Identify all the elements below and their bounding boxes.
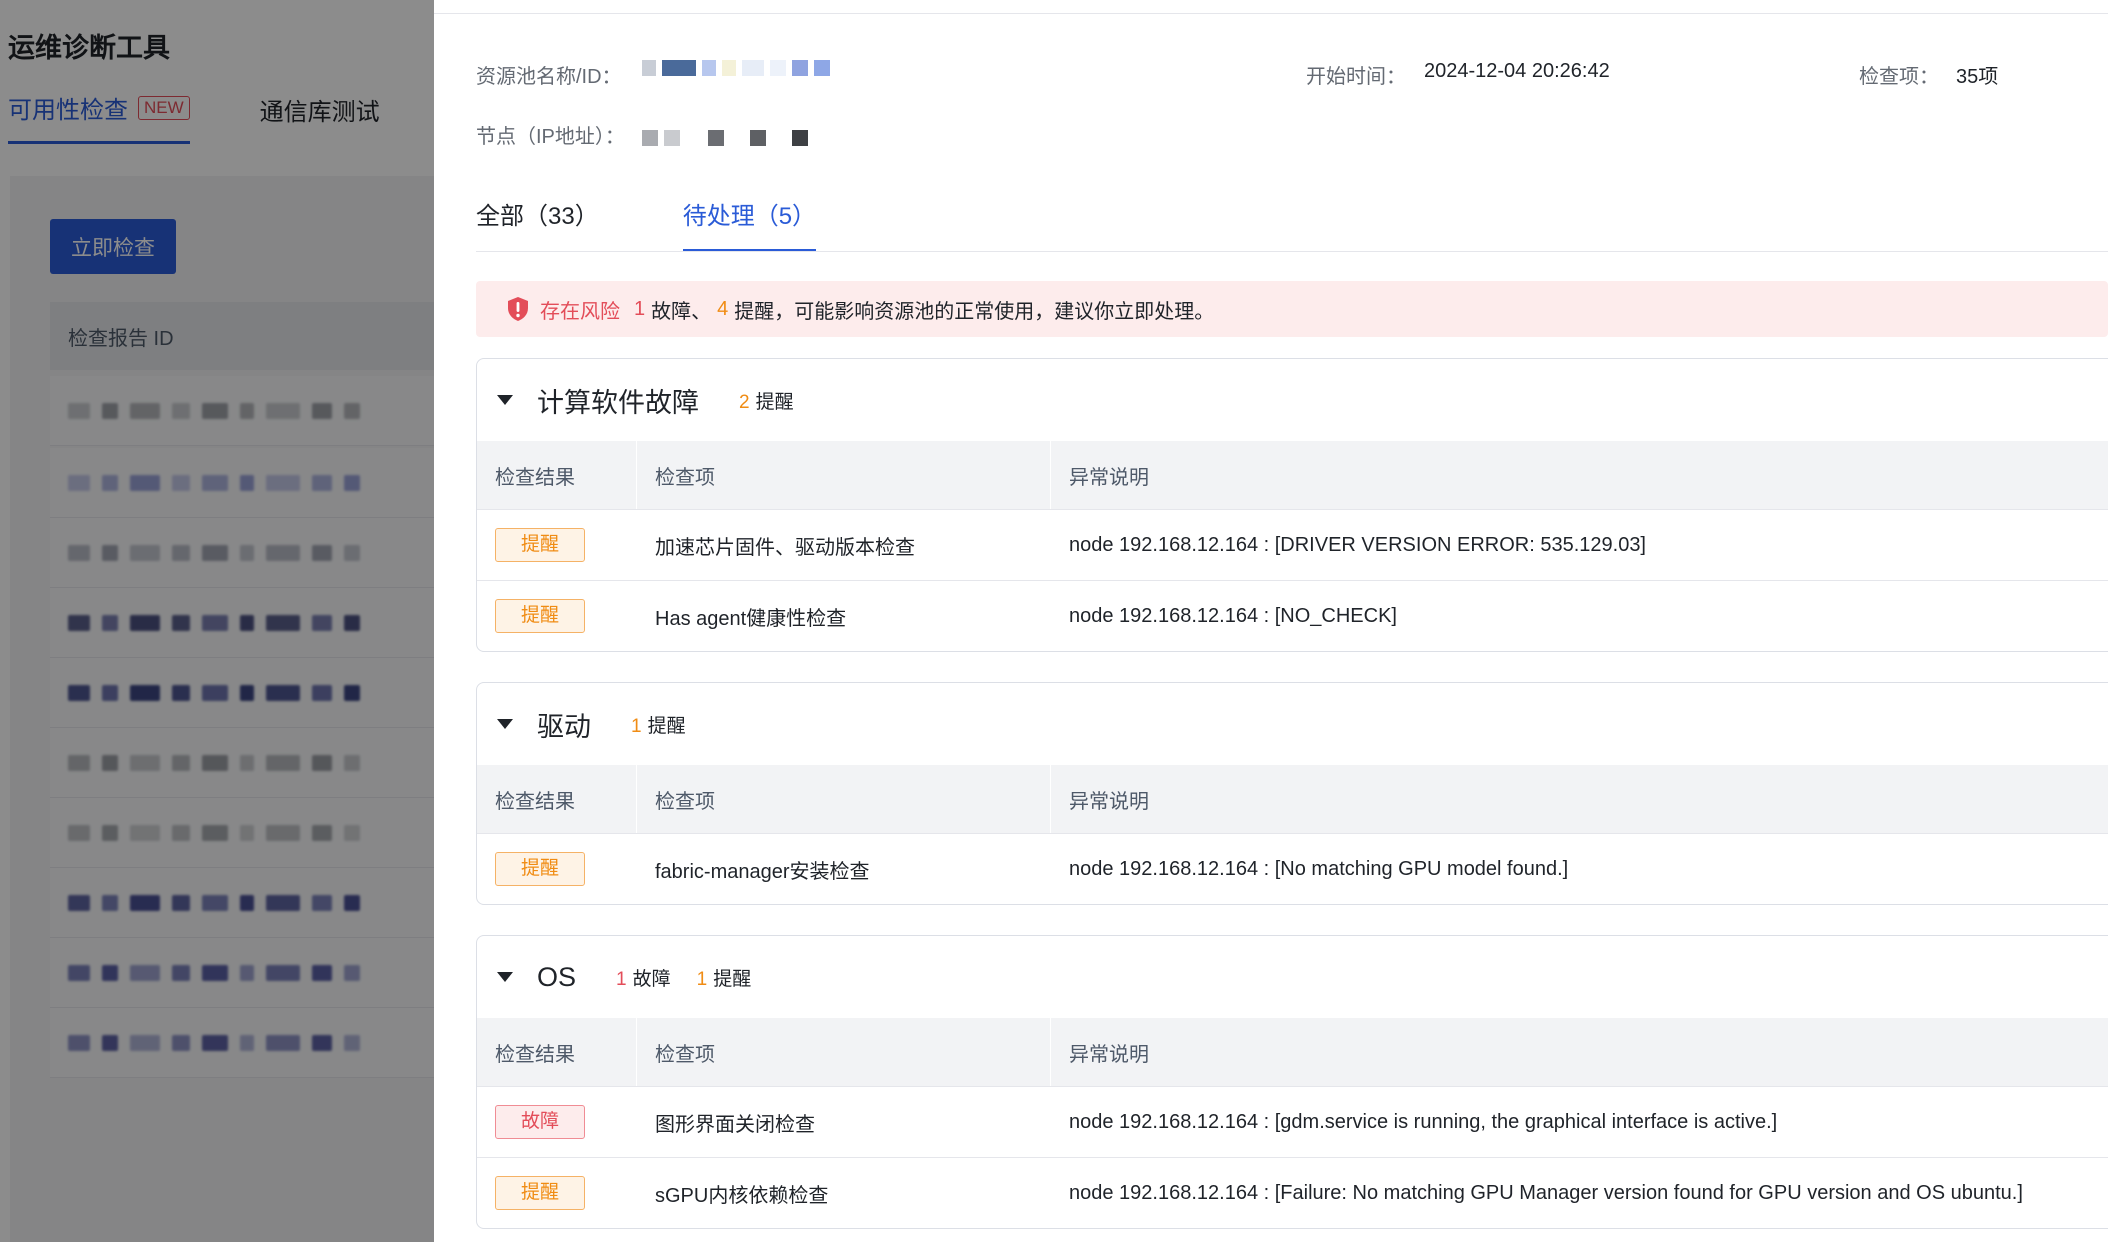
collapse-caret-icon[interactable] [497,395,513,405]
result-cell: 故障 [477,1105,637,1139]
count-label: 故障 [632,968,671,990]
result-cell: 提醒 [477,599,637,633]
result-cell: 提醒 [477,1176,637,1210]
warn-tag: 提醒 [495,1176,585,1210]
warn-count-badge: 1 提醒 [631,711,686,738]
count-number: 1 [631,715,642,737]
table-row: 提醒 sGPU内核依赖检查 node 192.168.12.164 : [Failu… [477,1157,2108,1228]
fault-count: 1 [634,297,646,320]
pool-label: 资源池名称/ID： [476,66,622,88]
fault-count-badge: 1 故障 [616,964,671,991]
tab-all[interactable]: 全部（33） [476,196,599,252]
exception-detail-cell: node 192.168.12.164 : [No matching GPU m… [1069,857,1569,880]
warn-count: 4 [717,297,729,320]
result-cell: 提醒 [477,852,637,886]
table-row: 故障 图形界面关闭检查 node 192.168.12.164 : [gdm.ser… [477,1086,2108,1157]
section-header[interactable]: 计算软件故障 2 提醒 [477,359,2108,441]
risk-alert: 存在风险 1 故障、 4 提醒，可能影响资源池的正常使用，建议你立即处理。 [476,281,2108,337]
node-ip-masked [642,130,808,146]
count-number: 1 [616,968,627,990]
table-header: 检查结果 检查项 异常说明 [477,441,2108,509]
table-row: 提醒 fabric-manager安装检查 node 192.168.12.164 … [477,833,2108,904]
divider [434,13,2108,14]
warn-count-badge: 2 提醒 [739,387,794,414]
modal-overlay[interactable] [0,0,434,1242]
tabs-divider [476,251,2108,252]
column-header: 检查结果 [477,765,637,833]
column-header: 检查项 [637,441,1051,509]
column-header: 检查结果 [477,441,637,509]
shield-alert-icon [508,297,528,321]
check-items-value: 35项 [1956,66,1999,88]
section-title: 驱动 [537,711,591,742]
check-item-cell: Has agent健康性检查 [655,607,847,630]
warn-tag: 提醒 [495,528,585,562]
check-item-cell: fabric-manager安装检查 [655,860,870,883]
count-label: 提醒 [755,391,794,413]
warn-tag: 提醒 [495,599,585,633]
report-detail-drawer: 资源池名称/ID： 开始时间： 2024-12-04 20:26:42 检查项：… [434,0,2108,1242]
table-header: 检查结果 检查项 异常说明 [477,1018,2108,1086]
collapse-caret-icon[interactable] [497,719,513,729]
start-time-value: 2024-12-04 20:26:42 [1424,60,1610,82]
result-tabs: 全部（33） 待处理（5） [476,196,817,252]
column-header: 检查项 [637,765,1051,833]
result-cell: 提醒 [477,528,637,562]
section-title: 计算软件故障 [537,387,699,418]
check-item-cell: 加速芯片固件、驱动版本检查 [655,536,915,559]
section-card: 计算软件故障 2 提醒 检查结果 检查项 异常说明 提醒 加速芯片固件、驱动版本检查 node … [476,358,2108,652]
fault-text: 故障、 [651,300,712,323]
count-number: 2 [739,391,750,413]
check-item-cell: sGPU内核依赖检查 [655,1184,829,1207]
warn-text: 提醒，可能影响资源池的正常使用，建议你立即处理。 [734,300,1215,323]
count-label: 提醒 [647,715,686,737]
fault-tag: 故障 [495,1105,585,1139]
section-header[interactable]: 驱动 1 提醒 [477,683,2108,765]
section-card: OS 1 故障 1 提醒 检查结果 检查项 异常说明 故障 图形界面关闭检查 node 192.16… [476,935,2108,1229]
risk-label: 存在风险 [540,300,620,323]
column-header: 异常说明 [1051,765,2108,833]
collapse-caret-icon[interactable] [497,972,513,982]
count-label: 提醒 [713,968,752,990]
table-row: 提醒 加速芯片固件、驱动版本检查 node 192.168.12.164 : [DR… [477,509,2108,580]
table-header: 检查结果 检查项 异常说明 [477,765,2108,833]
start-time-label: 开始时间： [1306,66,1406,88]
exception-detail-cell: node 192.168.12.164 : [DRIVER VERSION ER… [1069,533,1646,556]
column-header: 检查结果 [477,1018,637,1086]
warn-count-badge: 1 提醒 [697,964,752,991]
exception-detail-cell: node 192.168.12.164 : [Failure: No match… [1069,1181,2023,1204]
tab-pending[interactable]: 待处理（5） [682,196,817,252]
count-number: 1 [696,968,708,990]
check-item-cell: 图形界面关闭检查 [655,1113,815,1136]
pool-id-masked [642,60,830,76]
section-card: 驱动 1 提醒 检查结果 检查项 异常说明 提醒 fabric-manager安装检查 node… [476,682,2108,905]
warn-tag: 提醒 [495,852,585,886]
section-title: OS [537,961,577,992]
column-header: 异常说明 [1051,441,2108,509]
exception-detail-cell: node 192.168.12.164 : [NO_CHECK] [1069,604,1397,627]
node-label: 节点（IP地址）： [476,126,625,148]
column-header: 异常说明 [1051,1018,2108,1086]
check-items-label: 检查项： [1859,66,1939,88]
table-row: 提醒 Has agent健康性检查 node 192.168.12.164 : [N… [477,580,2108,651]
exception-detail-cell: node 192.168.12.164 : [gdm.service is ru… [1069,1110,1778,1133]
section-header[interactable]: OS 1 故障 1 提醒 [477,936,2108,1018]
column-header: 检查项 [637,1018,1051,1086]
